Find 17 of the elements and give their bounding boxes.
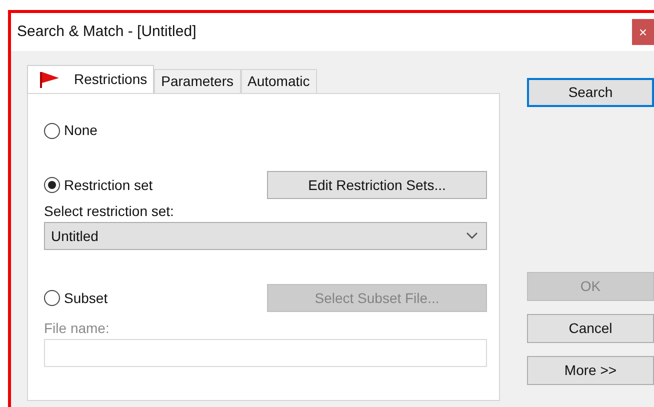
close-button[interactable]: × xyxy=(632,19,654,45)
radio-button[interactable]: Restriction set xyxy=(44,174,153,196)
radio-button[interactable]: Subset xyxy=(44,288,108,308)
tab[interactable]: Parameters xyxy=(154,69,240,93)
chevron-down-icon xyxy=(466,232,478,240)
field-label: Select restriction set: xyxy=(44,202,175,221)
radio-button[interactable]: None xyxy=(44,120,98,141)
dialog-button[interactable]: Search xyxy=(527,78,654,107)
flag-icon xyxy=(38,70,60,88)
tab[interactable]: Restrictions xyxy=(27,65,154,93)
dialog-button[interactable]: Cancel xyxy=(527,314,654,343)
option-button[interactable]: Edit Restriction Sets... xyxy=(267,171,487,199)
field-label: File name: xyxy=(44,319,110,338)
dropdown[interactable]: Untitled xyxy=(44,222,487,250)
tab[interactable]: Automatic xyxy=(240,69,317,93)
window-title: Search & Match - [Untitled] xyxy=(17,22,196,42)
dialog-button[interactable]: More >> xyxy=(527,356,654,385)
